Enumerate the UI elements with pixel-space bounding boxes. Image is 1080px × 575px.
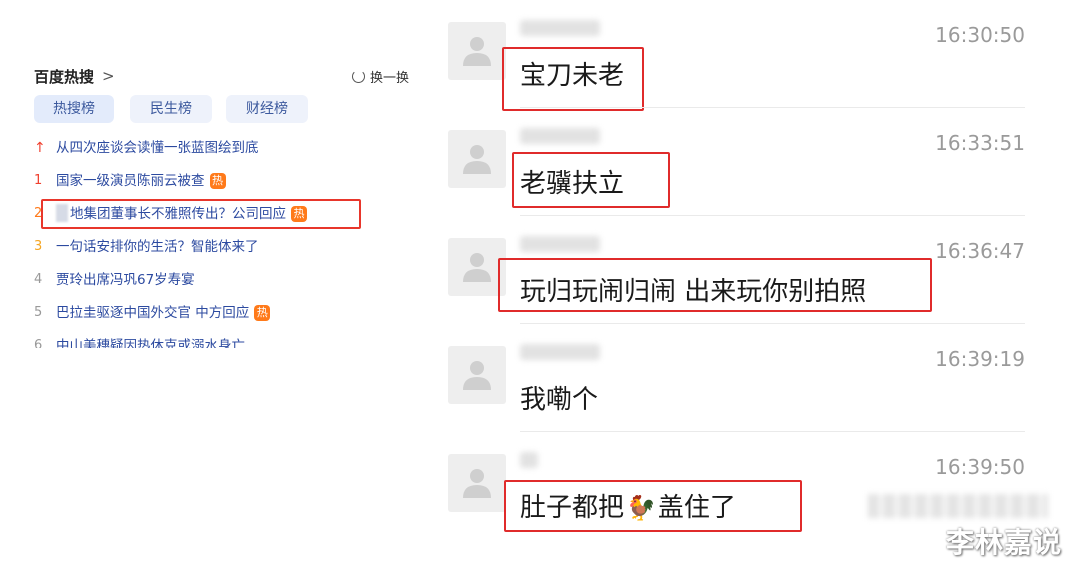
message-time: 16:33:51	[935, 131, 1025, 155]
hot-badge: 热	[254, 305, 271, 321]
rank-number: 1	[34, 173, 43, 188]
blurred-text	[868, 494, 1048, 518]
chat-message: 16:39:19 我嘞个	[440, 324, 1080, 432]
rank-number: 3	[34, 239, 43, 254]
user-icon	[463, 361, 491, 390]
tab-hot[interactable]: 热搜榜	[34, 95, 114, 123]
watermark: 李林嘉说	[945, 526, 1062, 559]
list-item[interactable]: ↑ 从四次座谈会读懂一张蓝图绘到底	[34, 136, 394, 160]
list-item[interactable]: 6 中山美穗疑因热休克或溺水身亡	[34, 334, 394, 348]
user-icon	[463, 145, 491, 174]
list-item-text[interactable]: 从四次座谈会读懂一张蓝图绘到底	[56, 136, 259, 160]
hot-search-list: ↑ 从四次座谈会读懂一张蓝图绘到底 1 国家一级演员陈丽云被查热 2 地集团董事…	[34, 136, 394, 348]
hot-badge: 热	[209, 173, 226, 189]
user-icon	[463, 37, 491, 66]
list-item[interactable]: 1 国家一级演员陈丽云被查热	[34, 169, 394, 193]
sender-name-blurred	[520, 20, 600, 36]
message-text[interactable]: 我嘞个	[520, 379, 598, 416]
list-item-text: 国家一级演员陈丽云被查	[56, 173, 205, 189]
sender-name-blurred	[520, 452, 538, 468]
list-item[interactable]: 4 贾玲出席冯巩67岁寿宴	[34, 268, 394, 292]
tab-finance[interactable]: 财经榜	[226, 95, 308, 123]
avatar[interactable]	[448, 346, 506, 404]
highlight-box	[502, 47, 644, 111]
message-time: 16:39:19	[935, 347, 1025, 371]
highlight-box	[498, 258, 932, 312]
chevron-right-icon[interactable]: >	[102, 67, 115, 85]
highlight-box	[504, 480, 802, 532]
hot-search-title[interactable]: 百度热搜	[34, 66, 94, 87]
list-item-text: 巴拉圭驱逐中国外交官 中方回应	[56, 305, 250, 321]
tab-livelihood[interactable]: 民生榜	[130, 95, 212, 123]
chat-panel: 16:30:50 宝刀未老 16:33:51 老骥扶立 16:36:47 玩归玩…	[440, 0, 1080, 575]
list-item-link[interactable]: 巴拉圭驱逐中国外交官 中方回应热	[56, 301, 271, 325]
message-time: 16:39:50	[935, 455, 1025, 479]
hot-search-panel: 百度热搜 > 换一换 热搜榜 民生榜 财经榜 ↑ 从四次座谈会读懂一张蓝图绘到底…	[0, 0, 430, 575]
chat-message: 16:30:50 宝刀未老	[440, 0, 1080, 111]
pinned-arrow-icon: ↑	[34, 140, 46, 156]
message-time: 16:36:47	[935, 239, 1025, 263]
sender-name-blurred	[520, 344, 600, 360]
refresh-button[interactable]: 换一换	[352, 67, 409, 86]
avatar[interactable]	[448, 454, 506, 512]
chat-message: 16:36:47 玩归玩闹归闹 出来玩你别拍照	[440, 216, 1080, 324]
avatar[interactable]	[448, 130, 506, 188]
rank-number: 6	[34, 338, 43, 348]
sender-name-blurred	[520, 236, 600, 252]
avatar[interactable]	[448, 22, 506, 80]
chat-message: 16:33:51 老骥扶立	[440, 108, 1080, 216]
sender-name-blurred	[520, 128, 600, 144]
list-item-text[interactable]: 一句话安排你的生活？智能体来了	[56, 235, 259, 259]
refresh-icon	[352, 70, 365, 83]
message-time: 16:30:50	[935, 23, 1025, 47]
list-item-text[interactable]: 中山美穗疑因热休克或溺水身亡	[56, 334, 245, 348]
hot-search-header: 百度热搜 > 换一换	[34, 66, 414, 88]
refresh-label: 换一换	[370, 71, 410, 86]
user-icon	[463, 469, 491, 498]
rank-number: 4	[34, 272, 43, 287]
list-item-link[interactable]: 国家一级演员陈丽云被查热	[56, 169, 226, 193]
list-item[interactable]: 3 一句话安排你的生活？智能体来了	[34, 235, 394, 259]
user-icon	[463, 253, 491, 282]
highlight-box	[512, 152, 670, 208]
rank-number: 5	[34, 305, 43, 320]
highlight-box	[41, 199, 361, 229]
list-item-text[interactable]: 贾玲出席冯巩67岁寿宴	[56, 268, 195, 292]
list-item[interactable]: 5 巴拉圭驱逐中国外交官 中方回应热	[34, 301, 394, 325]
